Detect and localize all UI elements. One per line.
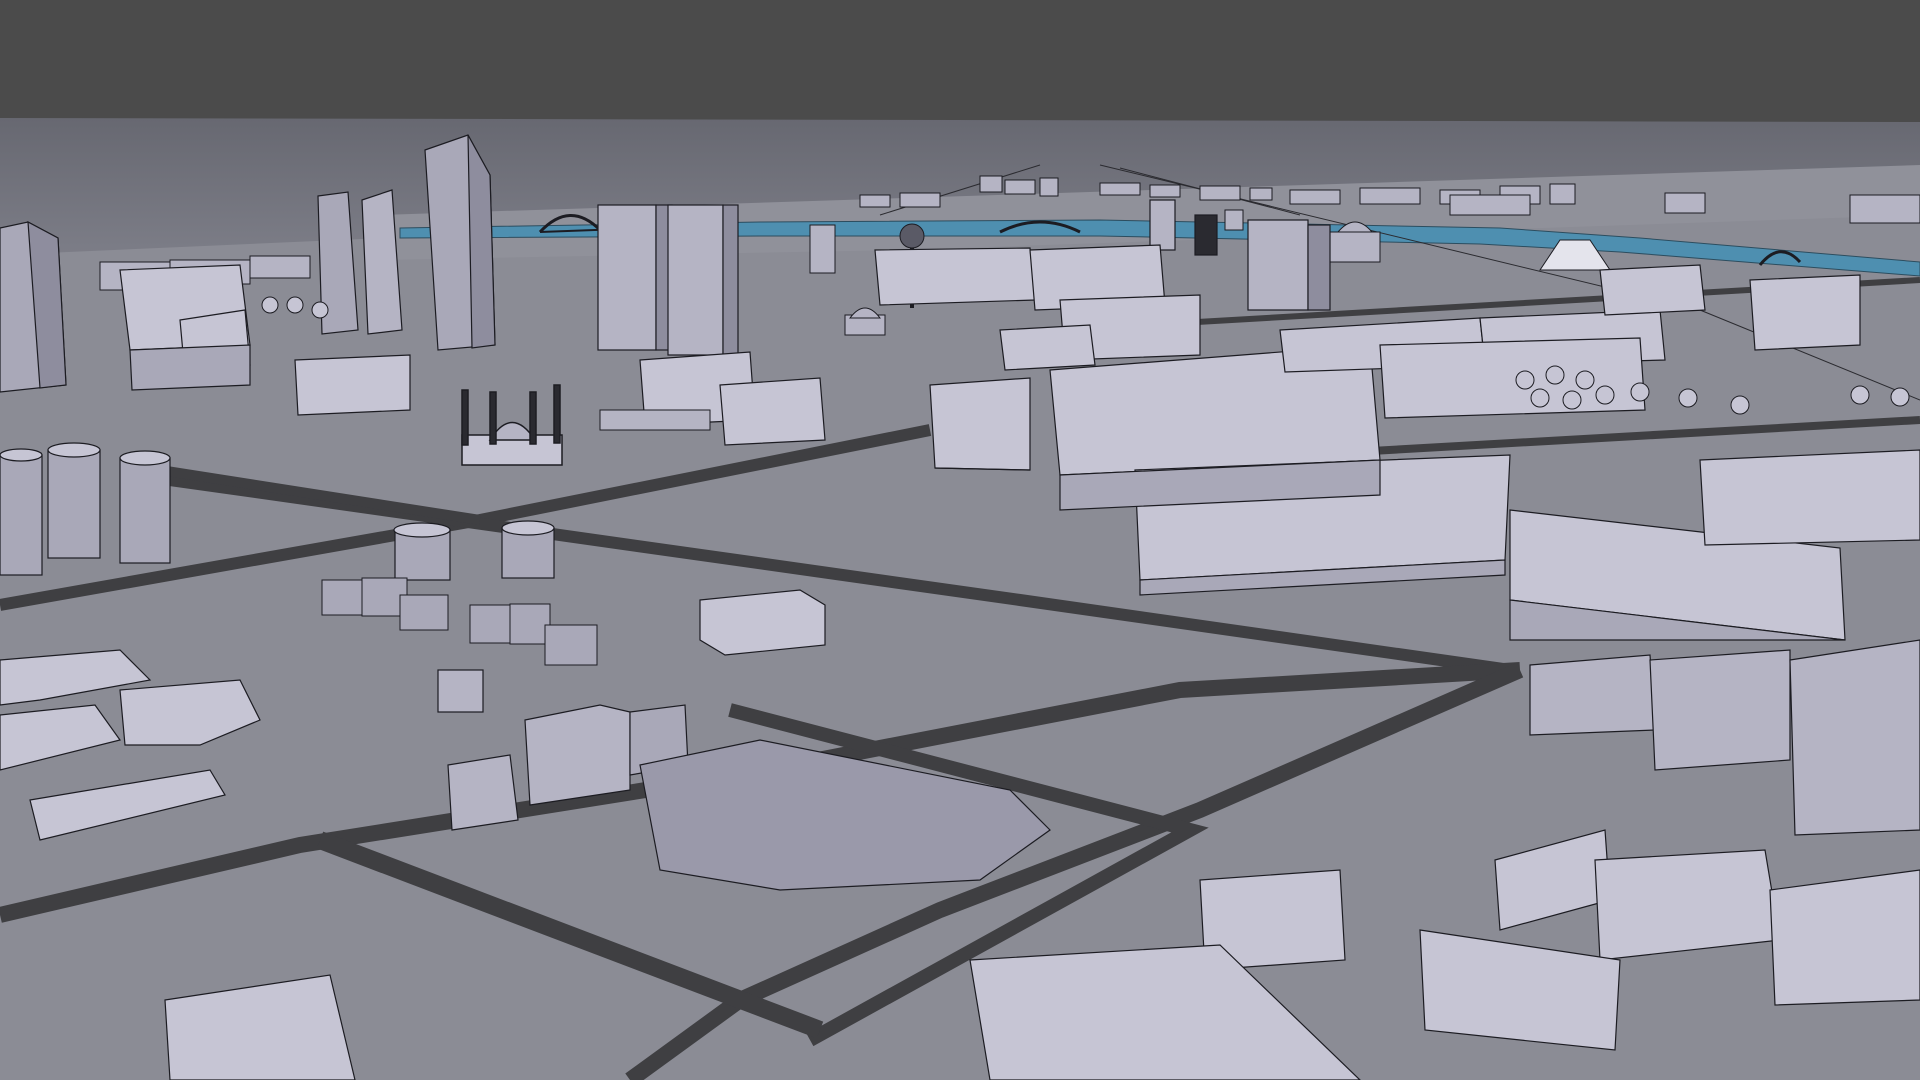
city-scene: [0, 0, 1920, 1080]
background-band: [0, 0, 1920, 120]
city-3d-viewport[interactable]: [0, 0, 1920, 1080]
